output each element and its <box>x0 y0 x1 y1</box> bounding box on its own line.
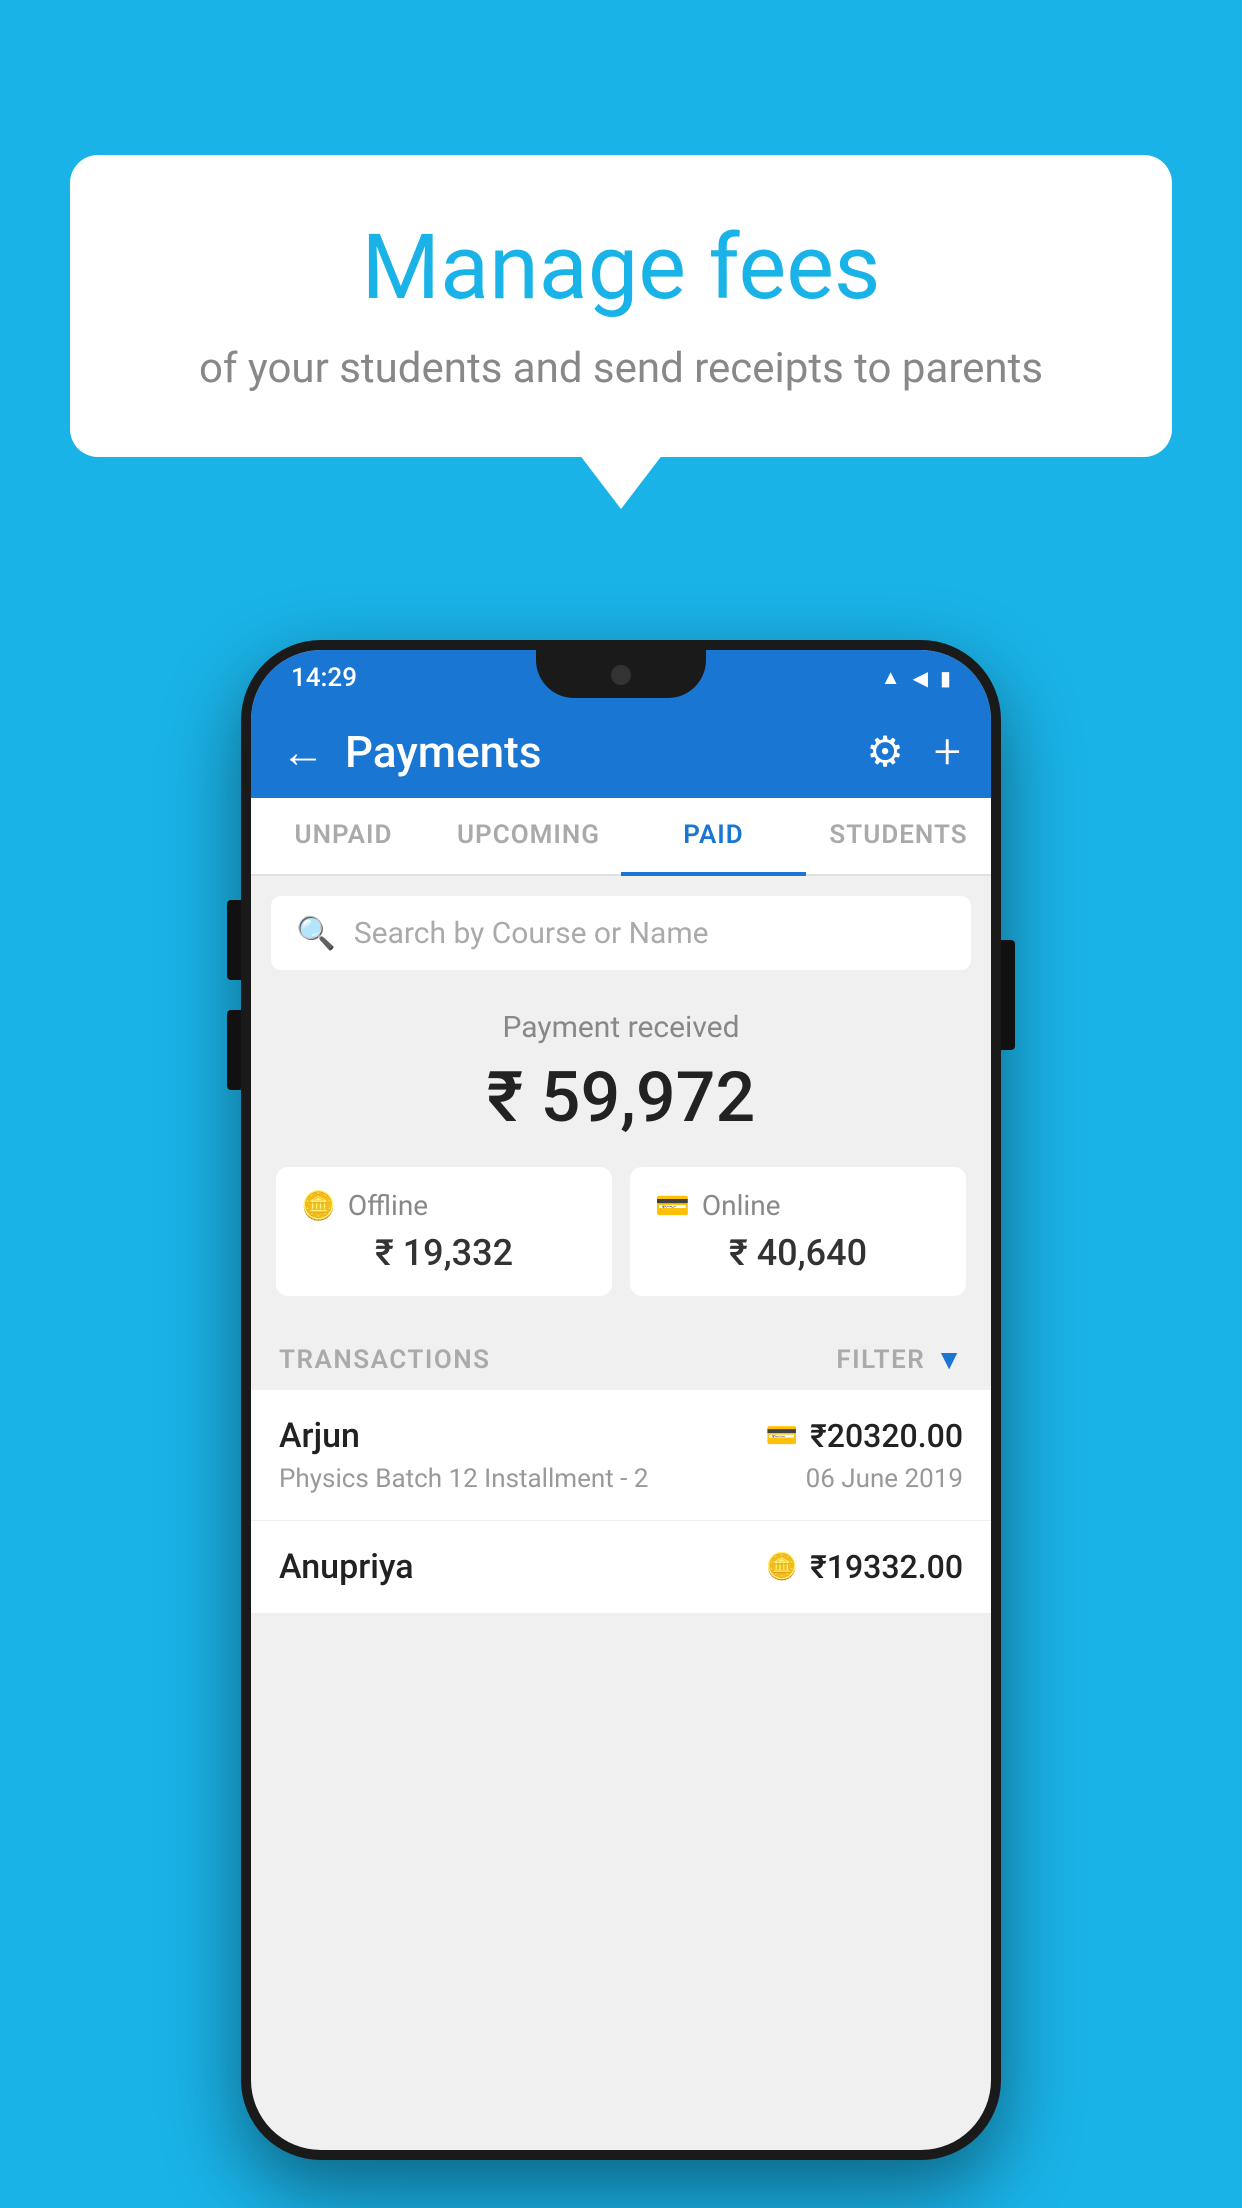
transaction-2-type-icon: 🪙 <box>766 1552 798 1582</box>
offline-card-header: 🪙 Offline <box>301 1189 587 1222</box>
transactions-header: TRANSACTIONS FILTER ▼ <box>251 1321 991 1390</box>
transaction-1-name: Arjun <box>279 1416 360 1456</box>
offline-amount: ₹ 19,332 <box>301 1232 587 1274</box>
transaction-2-amount: ₹19332.00 <box>810 1548 963 1586</box>
header-title: Payments <box>345 726 541 778</box>
transaction-1-bottom: Physics Batch 12 Installment - 2 06 June… <box>279 1464 963 1494</box>
settings-icon[interactable]: ⚙ <box>866 727 904 777</box>
payment-received-label: Payment received <box>276 1010 966 1045</box>
transaction-1-date: 06 June 2019 <box>806 1464 963 1494</box>
bubble-title: Manage fees <box>130 215 1112 320</box>
tab-unpaid[interactable]: UNPAID <box>251 798 436 874</box>
back-button[interactable]: ← <box>281 726 325 778</box>
transaction-row-1[interactable]: Arjun 💳 ₹20320.00 Physics Batch 12 Insta… <box>251 1390 991 1521</box>
transactions-label: TRANSACTIONS <box>279 1345 491 1375</box>
filter-button[interactable]: FILTER ▼ <box>836 1343 963 1376</box>
search-container: 🔍 Search by Course or Name <box>251 876 991 980</box>
app-header: ← Payments ⚙ + <box>251 705 991 798</box>
bubble-subtitle: of your students and send receipts to pa… <box>130 342 1112 397</box>
online-amount: ₹ 40,640 <box>655 1232 941 1274</box>
transaction-2-top: Anupriya 🪙 ₹19332.00 <box>279 1547 963 1587</box>
signal-icon: ◀ <box>913 666 928 690</box>
status-time: 14:29 <box>291 663 357 693</box>
phone-screen: 14:29 ▲ ◀ ▮ ← Payments ⚙ + UNPAID <box>251 650 991 2150</box>
offline-card: 🪙 Offline ₹ 19,332 <box>276 1167 612 1296</box>
payment-cards: 🪙 Offline ₹ 19,332 💳 Online ₹ 40,640 <box>276 1167 966 1296</box>
payment-total-amount: ₹ 59,972 <box>276 1057 966 1139</box>
camera <box>611 665 631 685</box>
payment-received-section: Payment received ₹ 59,972 🪙 Offline ₹ 19… <box>251 980 991 1321</box>
transaction-1-amount: ₹20320.00 <box>810 1417 963 1455</box>
bubble-pointer <box>579 454 663 509</box>
tab-paid[interactable]: PAID <box>621 798 806 876</box>
transaction-row-2[interactable]: Anupriya 🪙 ₹19332.00 <box>251 1521 991 1614</box>
search-bar[interactable]: 🔍 Search by Course or Name <box>271 896 971 970</box>
transaction-2-amount-row: 🪙 ₹19332.00 <box>766 1548 963 1586</box>
volume-button-2 <box>227 1010 241 1090</box>
transaction-1-amount-row: 💳 ₹20320.00 <box>766 1417 963 1455</box>
search-placeholder-text: Search by Course or Name <box>354 916 709 951</box>
transaction-1-type-icon: 💳 <box>766 1421 798 1451</box>
battery-icon: ▮ <box>940 666 951 690</box>
notch <box>536 650 706 698</box>
transaction-2-name: Anupriya <box>279 1547 414 1587</box>
online-icon: 💳 <box>655 1189 690 1222</box>
volume-button <box>227 900 241 980</box>
tab-upcoming[interactable]: UPCOMING <box>436 798 621 874</box>
transaction-1-top: Arjun 💳 ₹20320.00 <box>279 1416 963 1456</box>
offline-label: Offline <box>348 1189 428 1222</box>
power-button <box>1001 940 1015 1050</box>
tabs-bar: UNPAID UPCOMING PAID STUDENTS <box>251 798 991 876</box>
online-card: 💳 Online ₹ 40,640 <box>630 1167 966 1296</box>
filter-icon: ▼ <box>935 1343 963 1376</box>
wifi-icon: ▲ <box>881 665 901 690</box>
online-card-header: 💳 Online <box>655 1189 941 1222</box>
status-icons: ▲ ◀ ▮ <box>881 665 951 690</box>
offline-icon: 🪙 <box>301 1189 336 1222</box>
filter-label: FILTER <box>836 1345 925 1375</box>
phone-body: 14:29 ▲ ◀ ▮ ← Payments ⚙ + UNPAID <box>241 640 1001 2160</box>
tab-students[interactable]: STUDENTS <box>806 798 991 874</box>
transaction-1-desc: Physics Batch 12 Installment - 2 <box>279 1464 648 1494</box>
header-left: ← Payments <box>281 726 541 778</box>
speech-bubble: Manage fees of your students and send re… <box>70 155 1172 457</box>
online-label: Online <box>702 1189 781 1222</box>
header-right: ⚙ + <box>866 723 961 780</box>
add-icon[interactable]: + <box>934 723 961 780</box>
search-icon: 🔍 <box>296 914 336 952</box>
